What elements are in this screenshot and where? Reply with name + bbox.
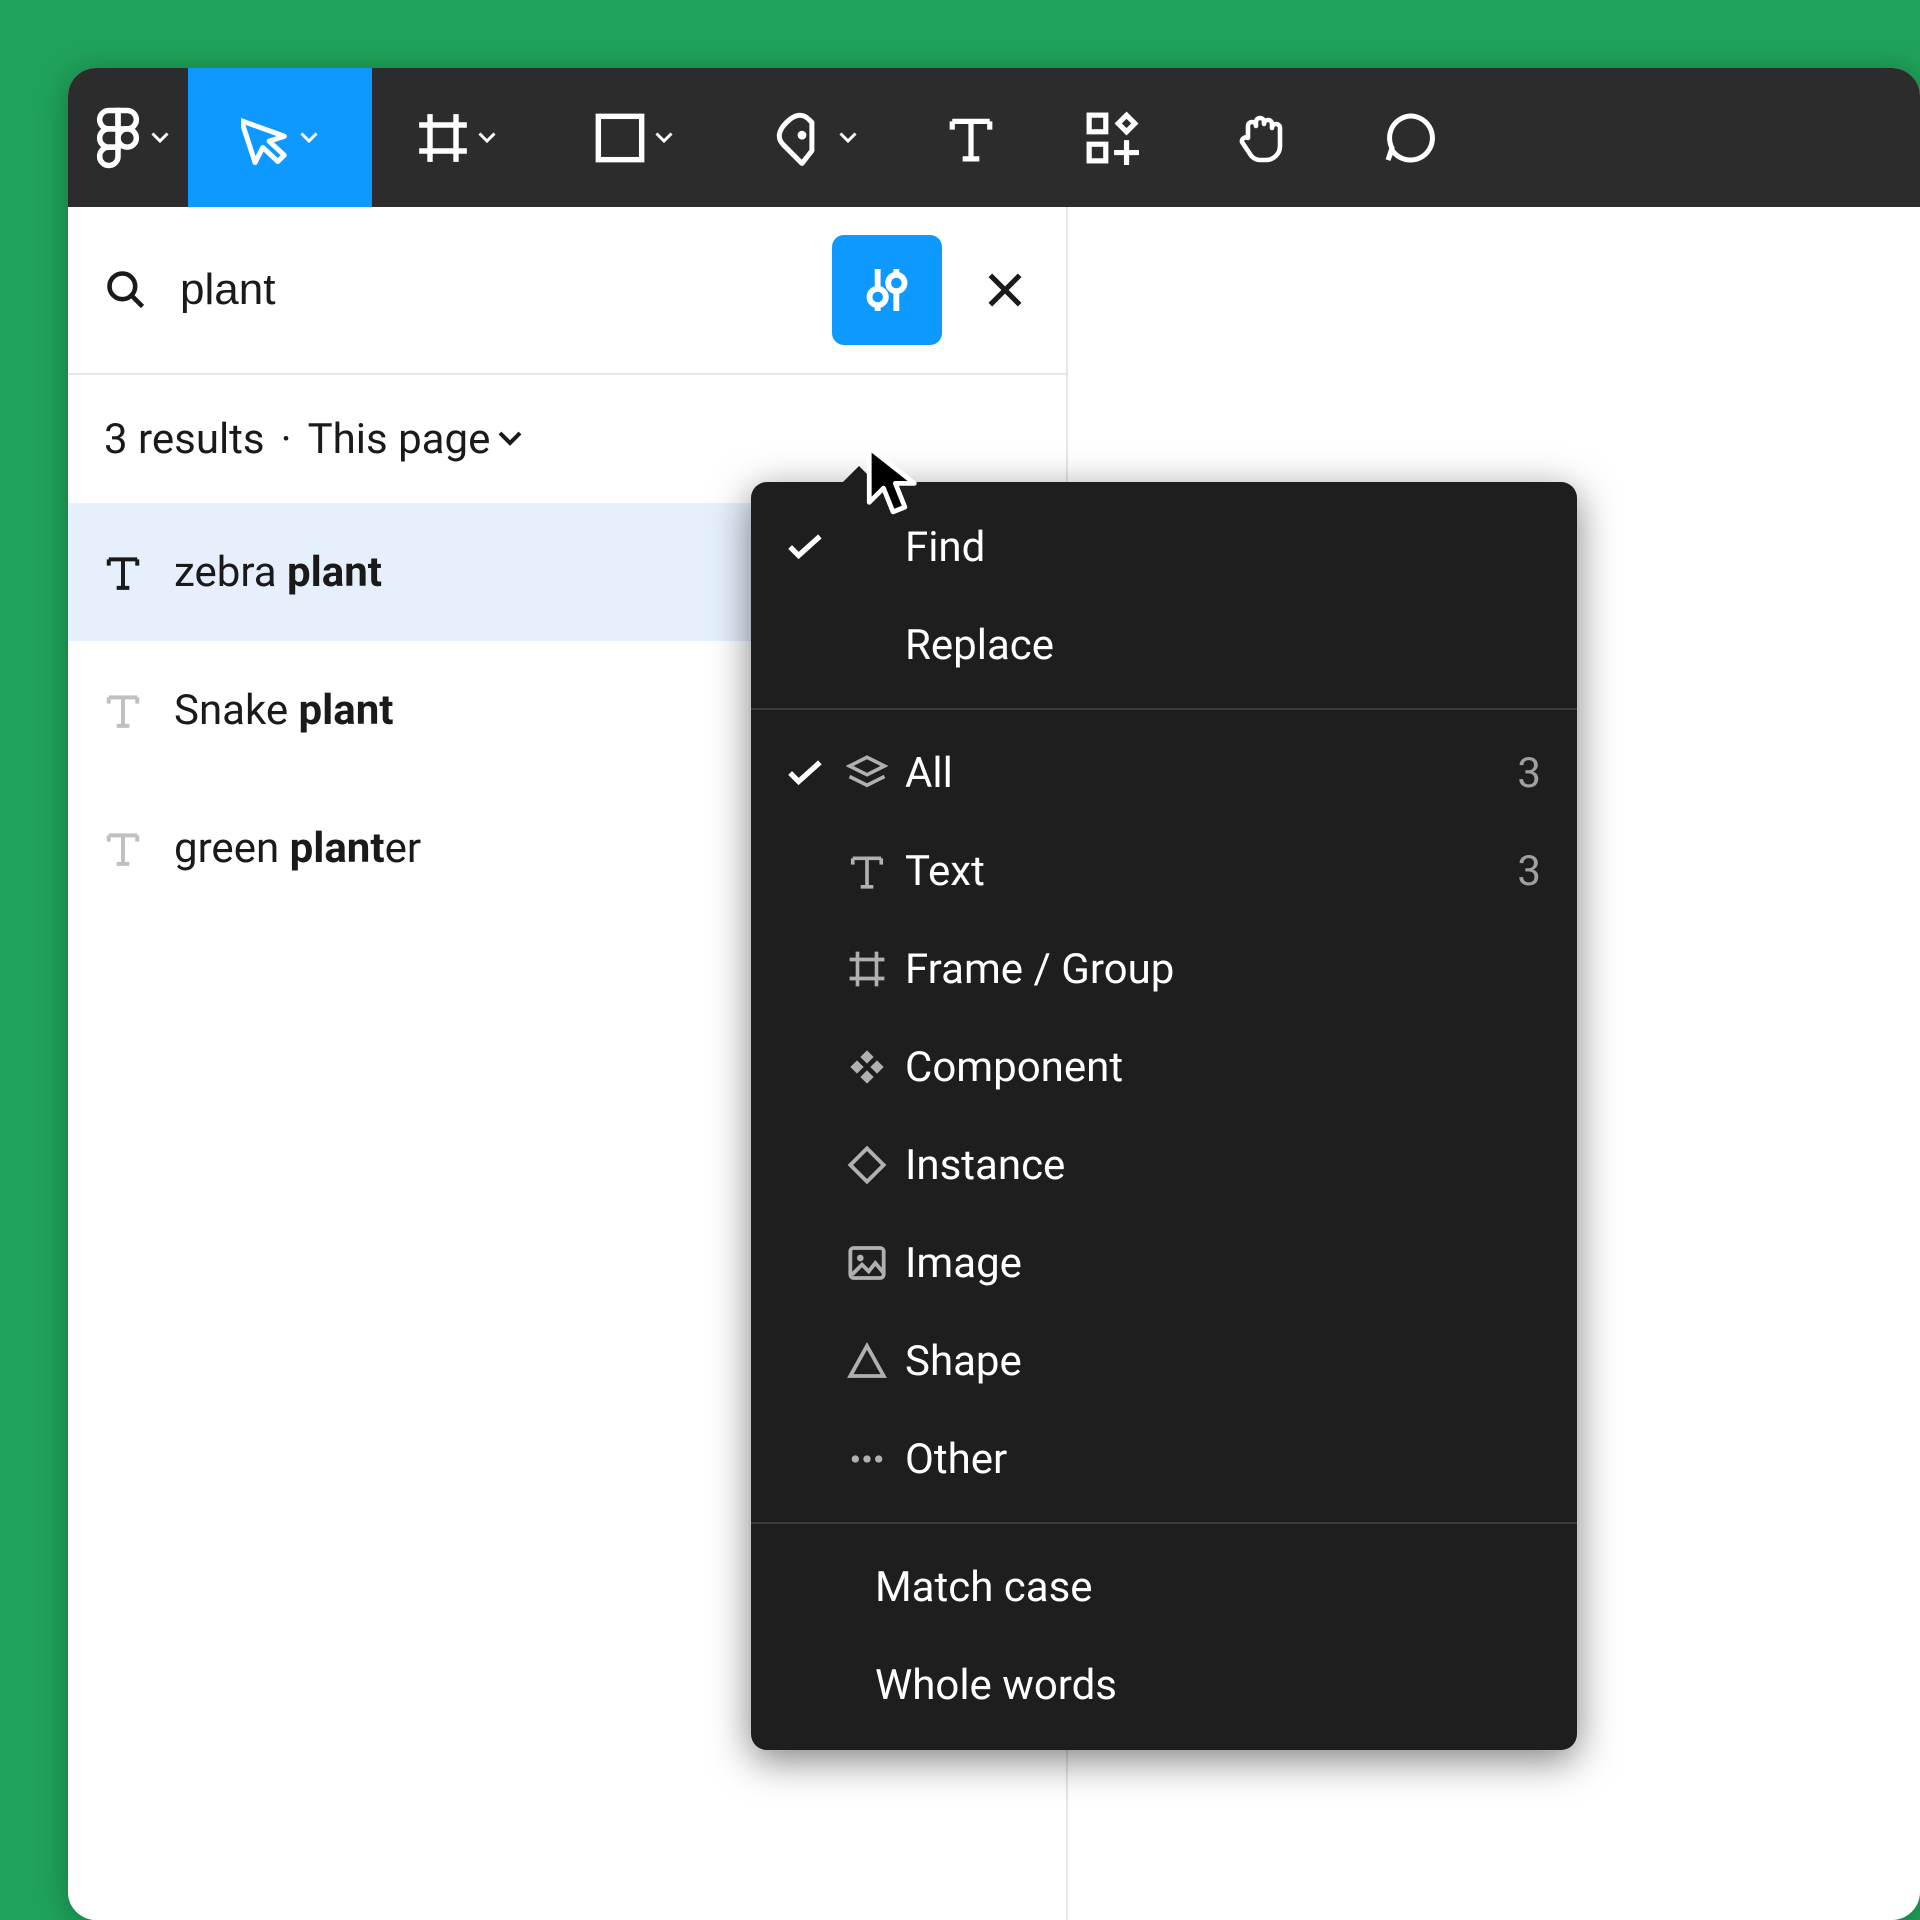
filter-all[interactable]: All 3: [751, 724, 1577, 822]
figma-menu[interactable]: [76, 68, 188, 207]
filter-shape[interactable]: Shape: [751, 1312, 1577, 1410]
chevron-down-icon: [654, 132, 674, 144]
instance-icon: [847, 1145, 887, 1185]
filter-image[interactable]: Image: [751, 1214, 1577, 1312]
text-icon: [104, 829, 142, 867]
check-icon: [788, 760, 822, 786]
chevron-down-icon: [299, 132, 319, 144]
text-icon: [104, 553, 142, 591]
rectangle-icon: [594, 112, 646, 164]
result-label: green planter: [174, 824, 421, 873]
search-bar: [68, 207, 1066, 375]
chevron-down-icon: [838, 132, 858, 144]
sliders-icon: [859, 262, 915, 318]
filter-other[interactable]: Other: [751, 1410, 1577, 1508]
mode-replace[interactable]: Replace: [751, 596, 1577, 694]
results-count: 3 results: [104, 415, 265, 464]
search-settings-dropdown: Find Replace All 3 Text 3: [751, 482, 1577, 1750]
chevron-down-icon: [477, 132, 497, 144]
hand-icon: [1234, 110, 1290, 166]
chevron-down-icon: [150, 132, 170, 144]
figma-window: 3 results · This page zebra plant Snake …: [68, 68, 1920, 1920]
filter-frame[interactable]: Frame / Group: [751, 920, 1577, 1018]
pen-tool[interactable]: [726, 68, 906, 207]
mode-find[interactable]: Find: [751, 498, 1577, 596]
move-tool[interactable]: [188, 68, 372, 207]
filter-component[interactable]: Component: [751, 1018, 1577, 1116]
search-settings-button[interactable]: [832, 235, 942, 345]
text-tool[interactable]: [906, 68, 1036, 207]
close-search-button[interactable]: [960, 245, 1050, 335]
component-icon: [847, 1047, 887, 1087]
option-match-case[interactable]: Match case: [751, 1538, 1577, 1636]
filter-text[interactable]: Text 3: [751, 822, 1577, 920]
close-icon: [983, 268, 1027, 312]
dots-icon: [847, 1439, 887, 1479]
text-icon: [848, 852, 886, 890]
search-input[interactable]: [180, 265, 832, 315]
chevron-down-icon: [498, 431, 522, 447]
toolbar: [68, 68, 1920, 207]
hand-tool[interactable]: [1188, 68, 1336, 207]
frame-icon: [848, 950, 886, 988]
shape-icon: [847, 1341, 887, 1381]
layers-icon: [846, 752, 888, 794]
scope-selector[interactable]: This page: [308, 415, 523, 464]
check-icon: [788, 534, 822, 560]
text-icon: [946, 113, 996, 163]
resources-icon: [1085, 111, 1139, 165]
image-icon: [847, 1243, 887, 1283]
shape-tool[interactable]: [542, 68, 726, 207]
search-icon: [104, 268, 148, 312]
filter-instance[interactable]: Instance: [751, 1116, 1577, 1214]
frame-icon: [417, 112, 469, 164]
text-icon: [104, 691, 142, 729]
option-whole-words[interactable]: Whole words: [751, 1636, 1577, 1734]
comment-icon: [1382, 110, 1438, 166]
comment-tool[interactable]: [1336, 68, 1484, 207]
figma-icon: [94, 105, 142, 171]
result-label: zebra plant: [174, 548, 382, 597]
cursor-icon: [241, 110, 291, 166]
resources-tool[interactable]: [1036, 68, 1188, 207]
pen-icon: [774, 110, 830, 166]
result-label: Snake plant: [174, 686, 394, 735]
frame-tool[interactable]: [372, 68, 542, 207]
